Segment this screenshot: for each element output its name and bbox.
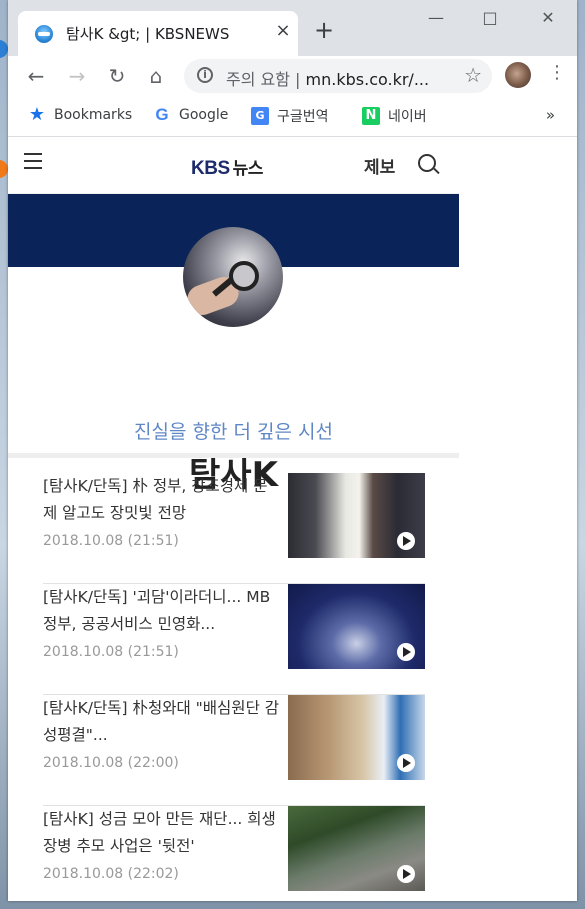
bookmark-star-icon[interactable]: ☆ [464,63,482,87]
report-link[interactable]: 제보 [364,153,395,178]
minimize-icon[interactable]: — [416,8,456,27]
article-date: 2018.10.08 (22:02) [43,866,179,882]
section-divider [8,453,459,458]
browser-tab[interactable]: 탐사K &gt; | KBSNEWS × [18,11,298,56]
browser-toolbar: ← → ↻ ⌂ i 주의 요함 | mn.kbs.co.kr/... ☆ ⋮ [8,56,577,98]
page-margin [459,137,577,901]
bookmark-label: Google [179,107,229,123]
profile-avatar[interactable] [505,62,531,88]
program-image [183,227,283,327]
article-date: 2018.10.08 (22:00) [43,755,179,771]
kbs-favicon-icon [35,25,53,43]
play-icon[interactable] [397,865,415,883]
maximize-icon[interactable]: □ [470,8,510,27]
search-icon[interactable] [418,154,436,172]
title-bar: 탐사K &gt; | KBSNEWS × + — □ ✕ [8,0,577,56]
hamburger-menu-icon[interactable] [24,153,42,174]
star-icon: ★ [28,104,46,125]
forward-icon[interactable]: → [64,64,90,88]
home-icon[interactable]: ⌂ [143,64,169,88]
article-item[interactable]: [탐사K/단독] 朴 정부, 창조경제 문제 알고도 장밋빛 전망 2018.1… [43,473,425,584]
close-window-icon[interactable]: ✕ [528,8,568,27]
bookmark-label: Bookmarks [54,107,133,123]
browser-window: 탐사K &gt; | KBSNEWS × + — □ ✕ ← → ↻ ⌂ i 주… [8,0,577,901]
reload-icon[interactable]: ↻ [104,64,130,88]
article-date: 2018.10.08 (21:51) [43,533,179,549]
new-tab-button[interactable]: + [314,16,334,44]
more-bookmarks-icon[interactable]: » [546,106,555,124]
bookmark-item[interactable]: G 구글번역 [251,106,329,126]
article-thumbnail[interactable] [288,695,425,780]
article-date: 2018.10.08 (21:51) [43,644,179,660]
article-thumbnail[interactable] [288,473,425,558]
back-icon[interactable]: ← [23,64,49,88]
article-item[interactable]: [탐사K] 성금 모아 만든 재단... 희생장병 추모 사업은 '뒷전' 20… [43,806,425,901]
article-title[interactable]: [탐사K/단독] '괴담'이라더니... MB 정부, 공공서비스 민영화... [43,584,279,638]
menu-icon[interactable]: ⋮ [548,62,566,83]
tab-title: 탐사K &gt; | KBSNEWS [66,25,230,43]
article-title[interactable]: [탐사K] 성금 모아 만든 재단... 희생장병 추모 사업은 '뒷전' [43,806,279,860]
web-page: KBS 뉴스 제보 진실을 향한 더 깊은 시선 탐사K [탐사K/단독] 朴 정… [8,137,459,901]
program-tagline: 진실을 향한 더 깊은 시선 [134,421,333,443]
article-item[interactable]: [탐사K/단독] '괴담'이라더니... MB 정부, 공공서비스 민영화...… [43,584,425,695]
address-bar[interactable]: i 주의 요함 | mn.kbs.co.kr/... ☆ [184,59,492,93]
bookmark-item[interactable]: ★ Bookmarks [28,106,132,124]
article-thumbnail[interactable] [288,806,425,891]
bookmark-item[interactable]: N 네이버 [362,106,427,126]
kbs-news-logo[interactable]: KBS 뉴스 [191,154,263,180]
site-header: KBS 뉴스 제보 [8,137,459,194]
article-item[interactable]: [탐사K/단독] 朴청와대 "배심원단 감성평결"... 2018.10.08 … [43,695,425,806]
bookmark-label: 구글번역 [277,109,329,125]
article-title[interactable]: [탐사K/단독] 朴 정부, 창조경제 문제 알고도 장밋빛 전망 [43,473,279,527]
article-thumbnail[interactable] [288,584,425,669]
article-title[interactable]: [탐사K/단독] 朴청와대 "배심원단 감성평결"... [43,695,279,749]
address-text: 주의 요함 | mn.kbs.co.kr/... [226,70,430,89]
bookmark-item[interactable]: G Google [153,106,228,124]
tab-close-icon[interactable]: × [272,20,294,41]
play-icon[interactable] [397,754,415,772]
google-icon: G [155,105,169,124]
article-list: [탐사K/단독] 朴 정부, 창조경제 문제 알고도 장밋빛 전망 2018.1… [43,473,425,901]
play-icon[interactable] [397,643,415,661]
play-icon[interactable] [397,532,415,550]
info-icon[interactable]: i [197,67,213,83]
bookmark-label: 네이버 [388,109,427,125]
google-translate-icon: G [251,107,269,125]
naver-icon: N [362,107,380,125]
bookmarks-bar: ★ Bookmarks G Google G 구글번역 N 네이버 » [8,98,577,137]
